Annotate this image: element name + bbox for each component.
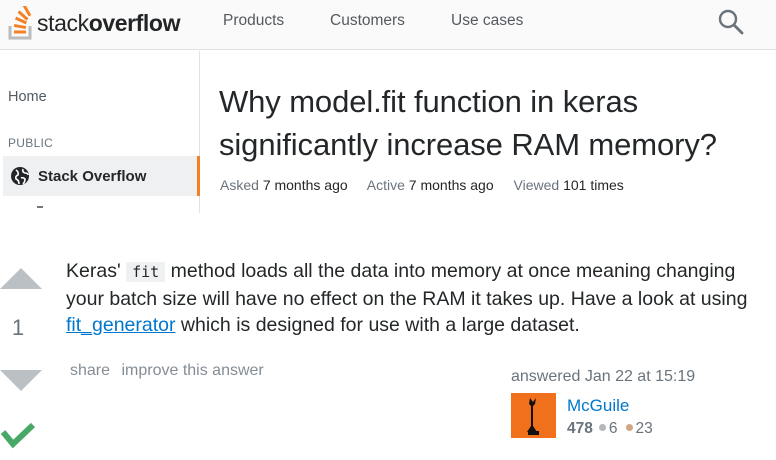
silver-badge-count: 6 <box>608 420 618 437</box>
logo-text-light: stack <box>37 9 89 36</box>
sidebar-section-public: PUBLIC <box>8 136 54 150</box>
post-menu: share improve this answer <box>70 362 271 380</box>
nav-customers[interactable]: Customers <box>330 12 405 30</box>
vote-count: 1 <box>11 315 25 340</box>
sidebar-tags-partial <box>37 206 43 208</box>
logo-wordmark: stackoverflow <box>37 9 181 36</box>
inline-code: fit <box>126 262 166 282</box>
sidebar-item-stack-overflow[interactable]: Stack Overflow <box>3 156 200 196</box>
stack-logo-icon <box>8 6 32 40</box>
reputation-score: 478 <box>567 420 593 437</box>
answer-text: which is designed for use with a large d… <box>180 314 580 336</box>
fit-generator-link[interactable]: fit_generator <box>66 314 176 336</box>
asked-value: 7 months ago <box>262 177 348 193</box>
answer-text: method loads all the data into memory at… <box>66 260 748 310</box>
avatar[interactable] <box>511 393 556 438</box>
globe-icon <box>11 167 29 185</box>
sidebar-item-label: Stack Overflow <box>38 167 147 185</box>
viewed-label: Viewed <box>513 177 560 193</box>
bronze-badge-count: 23 <box>635 420 653 437</box>
asked-label: Asked <box>220 177 259 193</box>
answer-text: Keras' <box>66 260 121 282</box>
upvote-button[interactable] <box>0 268 42 289</box>
top-bar: stackoverflow Products Customers Use cas… <box>0 0 776 50</box>
nav-use-cases[interactable]: Use cases <box>451 12 523 30</box>
user-reputation: 478 6 23 <box>567 420 653 438</box>
silver-badge-icon <box>598 424 606 431</box>
logo-text-bold: overflow <box>88 9 181 36</box>
checkmark-icon <box>0 422 36 449</box>
avatar-image <box>511 393 556 438</box>
nav-products[interactable]: Products <box>223 12 284 30</box>
improve-answer-link[interactable]: improve this answer <box>121 362 263 379</box>
answered-time[interactable]: answered Jan 22 at 15:19 <box>511 368 695 386</box>
active-label: Active <box>366 177 405 193</box>
viewed-value: 101 times <box>563 177 624 193</box>
question-title[interactable]: Why model.fit function in keras signific… <box>219 80 769 166</box>
stackoverflow-logo[interactable]: stackoverflow <box>8 4 180 42</box>
question-meta: Asked 7 months ago Active 7 months ago V… <box>220 177 640 193</box>
bronze-badge-icon <box>625 424 633 431</box>
left-sidebar: Home PUBLIC Stack Overflow <box>0 51 200 213</box>
user-name-link[interactable]: McGuile <box>567 396 629 416</box>
active-value[interactable]: 7 months ago <box>409 177 494 193</box>
answer-body: Keras' fit method loads all the data int… <box>66 258 776 339</box>
share-link[interactable]: share <box>70 362 110 379</box>
downvote-button[interactable] <box>0 370 42 391</box>
search-icon[interactable] <box>717 8 745 36</box>
sidebar-item-home[interactable]: Home <box>8 89 47 105</box>
